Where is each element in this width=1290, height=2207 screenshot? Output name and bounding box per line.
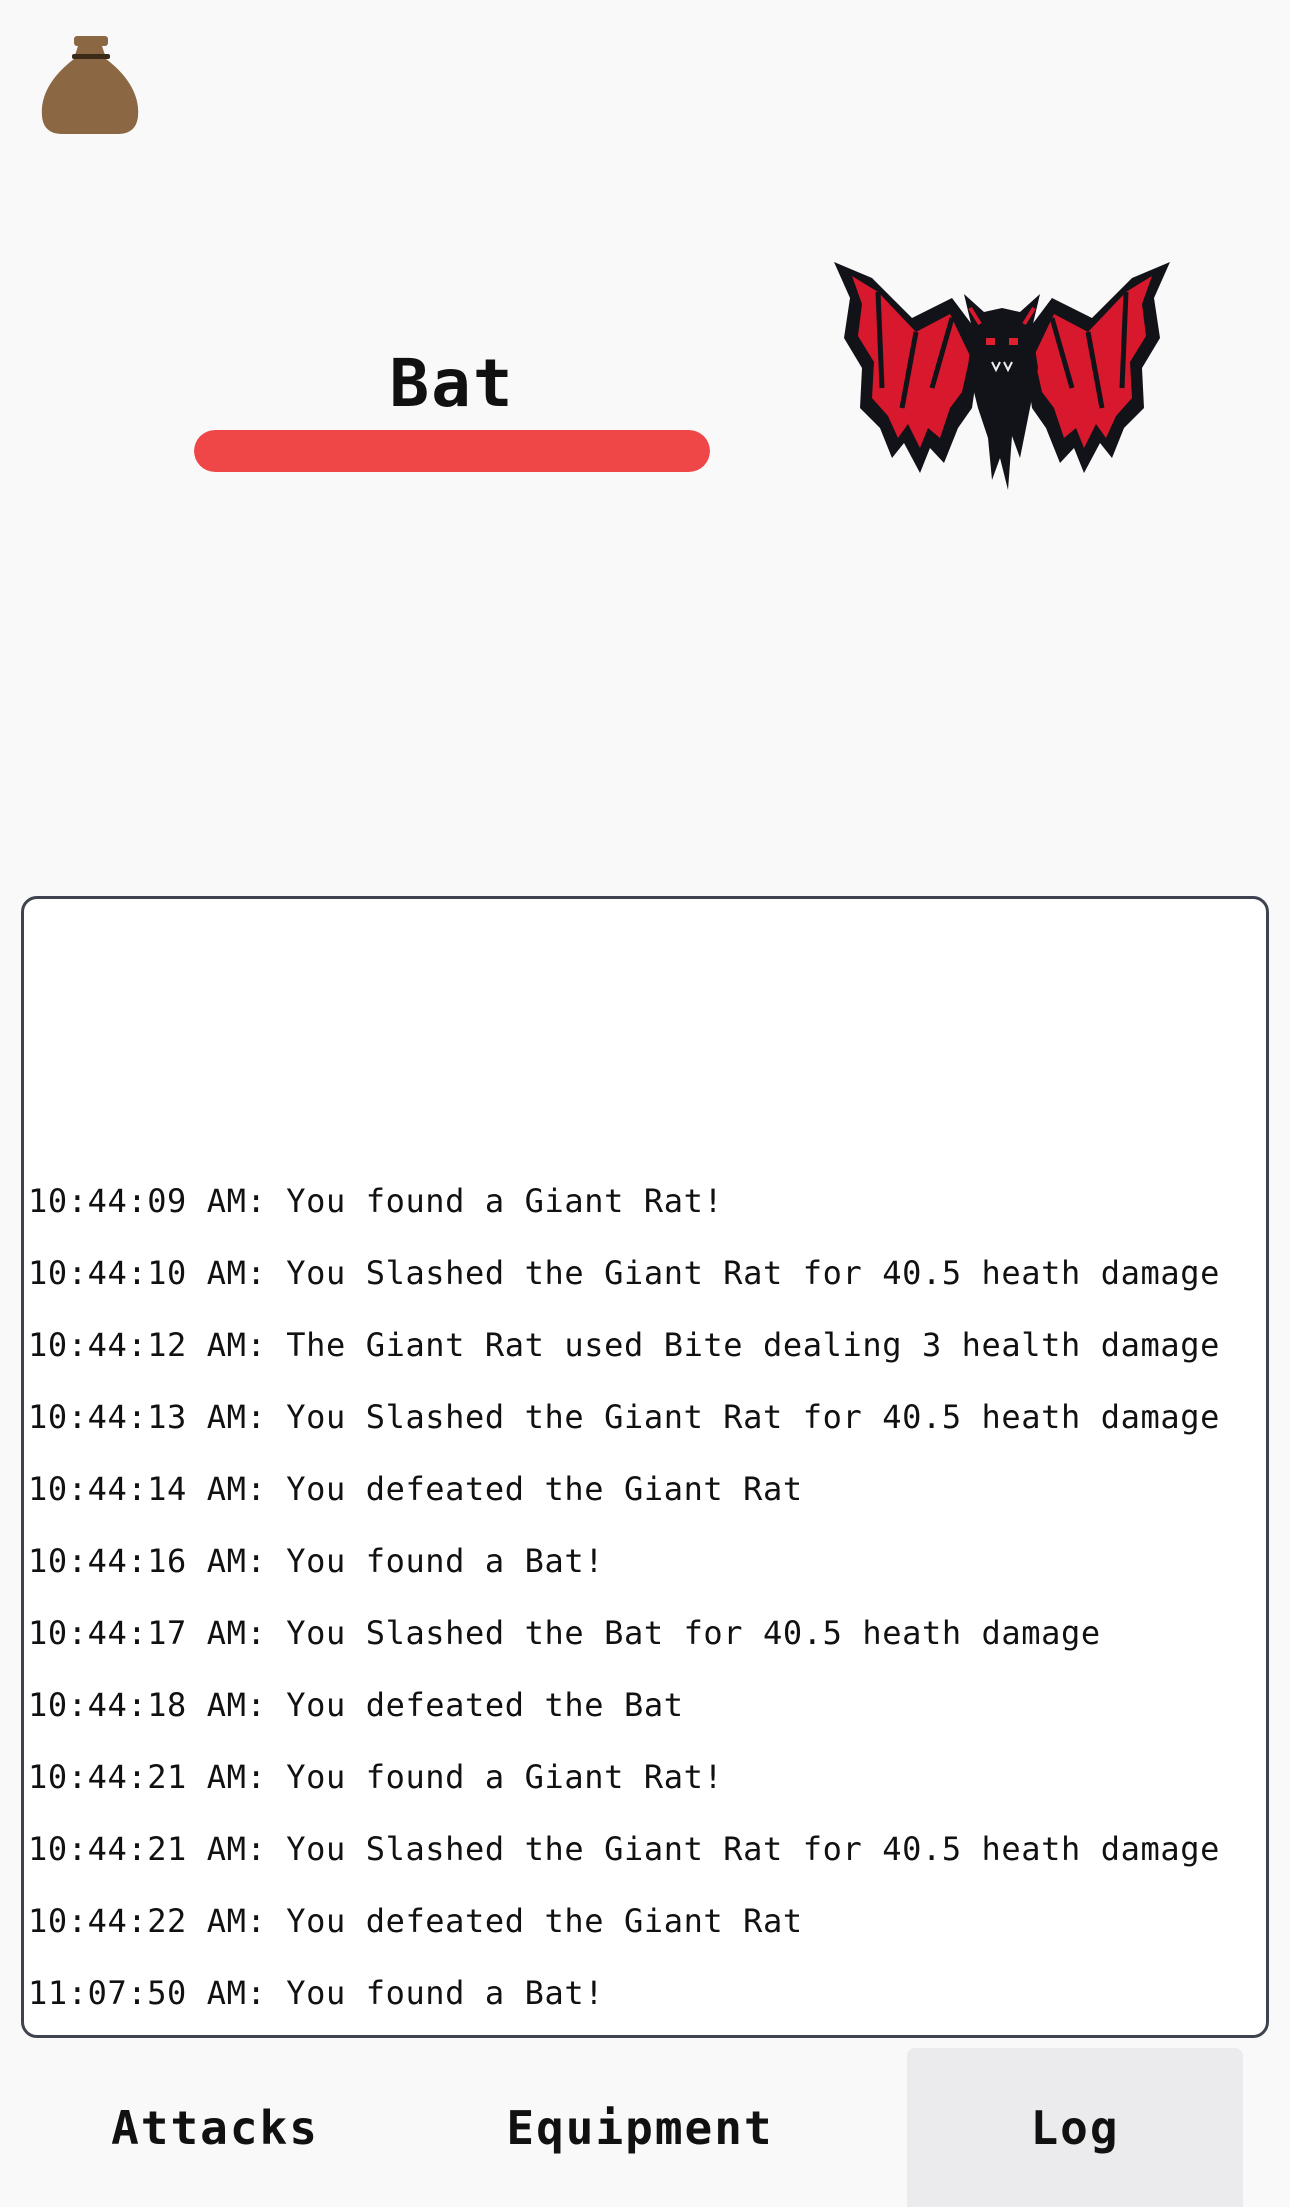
log-entry: 10:44:21 AM: You found a Giant Rat! (28, 1758, 724, 1796)
log-entry: 10:44:18 AM: You defeated the Bat (28, 1686, 684, 1724)
money-bag-icon[interactable] (40, 34, 140, 136)
enemy-health-fill (194, 430, 710, 472)
game-screen: Bat 10:44:09 AM: You found a Giant Rat! 1… (0, 0, 1290, 2207)
log-entry: 10:44:21 AM: You Slashed the Giant Rat f… (28, 1830, 1220, 1868)
log-entry: 11:07:50 AM: You found a Bat! (28, 1974, 605, 2012)
tab-equipment[interactable]: Equipment (430, 2048, 850, 2207)
log-entry: 10:44:09 AM: You found a Giant Rat! (28, 1182, 724, 1220)
log-entry: 10:44:14 AM: You defeated the Giant Rat (28, 1470, 803, 1508)
tab-log[interactable]: Log (907, 2048, 1243, 2207)
log-entry: 10:44:10 AM: You Slashed the Giant Rat f… (28, 1254, 1220, 1292)
log-entry: 10:44:13 AM: You Slashed the Giant Rat f… (28, 1398, 1220, 1436)
tab-attacks[interactable]: Attacks (40, 2048, 390, 2207)
enemy-health-bar (194, 430, 710, 472)
bat-sprite (832, 258, 1172, 508)
log-entry: 10:44:17 AM: You Slashed the Bat for 40.… (28, 1614, 1101, 1652)
log-entry: 10:44:16 AM: You found a Bat! (28, 1542, 605, 1580)
log-entry: 10:44:22 AM: You defeated the Giant Rat (28, 1902, 803, 1940)
log-entry: 10:44:12 AM: The Giant Rat used Bite dea… (28, 1326, 1220, 1364)
bottom-tab-bar: Attacks Equipment Log (0, 2048, 1290, 2207)
enemy-name: Bat (389, 345, 515, 422)
combat-log[interactable]: 10:44:09 AM: You found a Giant Rat! 10:44… (21, 896, 1269, 2038)
